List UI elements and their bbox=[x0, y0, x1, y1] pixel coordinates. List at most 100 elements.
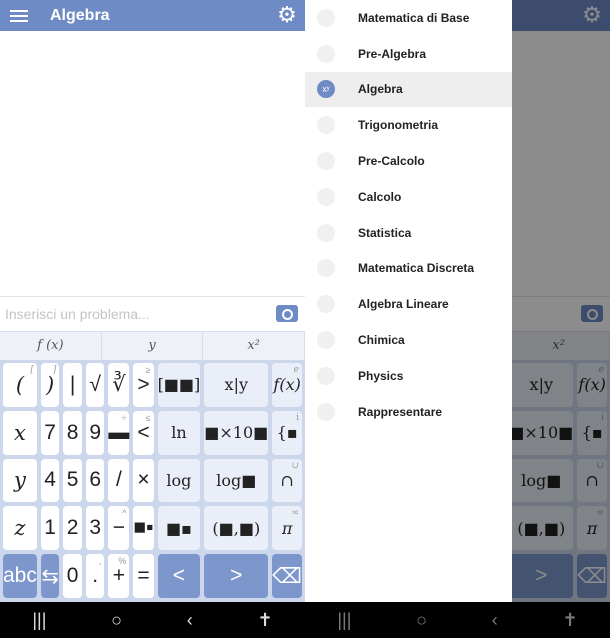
drawer-item-label: Statistica bbox=[358, 225, 412, 240]
key-r4-c6[interactable]: < bbox=[157, 554, 201, 598]
drawer-item-pre-algebra[interactable]: Pre-Algebra bbox=[305, 36, 512, 72]
key-r1-c5[interactable]: <≤ bbox=[133, 410, 154, 455]
key-secondary-label: ∞ bbox=[291, 508, 299, 519]
key-r2-c1[interactable]: 4 bbox=[40, 458, 60, 503]
key-r3-c0[interactable]: z bbox=[3, 506, 37, 551]
key-label: 0 bbox=[66, 564, 79, 588]
key-r1-c3[interactable]: 9 bbox=[85, 410, 105, 455]
key-r1-c0[interactable]: x bbox=[3, 410, 37, 455]
problem-input-placeholder: Inserisci un problema... bbox=[5, 306, 150, 322]
drawer-item-pre-calcolo[interactable]: Pre-Calcolo bbox=[305, 143, 512, 179]
key-r4-c5[interactable]: = bbox=[133, 554, 154, 598]
key-r2-c3[interactable]: 6 bbox=[85, 458, 105, 503]
key-r2-c2[interactable]: 5 bbox=[63, 458, 82, 503]
key-r0-c0[interactable]: ([ bbox=[3, 363, 37, 407]
key-r1-c6[interactable]: ln bbox=[157, 410, 201, 455]
key-r2-c0[interactable]: y bbox=[3, 458, 37, 503]
key-label: ∩ bbox=[280, 470, 294, 490]
key-r2-c5[interactable]: × bbox=[133, 458, 154, 503]
key-secondary-label: ∪ bbox=[291, 460, 299, 471]
key-r0-c7[interactable]: x|y bbox=[204, 363, 269, 407]
keyboard-tabs: f (x) y x² bbox=[0, 331, 305, 360]
drawer-item-algebra-lineare[interactable]: Algebra Lineare bbox=[305, 286, 512, 322]
key-r0-c6[interactable]: [■■] bbox=[157, 363, 201, 407]
drawer-item-matematica-discreta[interactable]: Matematica Discreta bbox=[305, 251, 512, 287]
key-r0-c4[interactable]: ∛ bbox=[108, 363, 130, 407]
key-label: x|y bbox=[224, 375, 248, 395]
key-r1-c4[interactable]: ▬÷ bbox=[108, 410, 130, 455]
drawer-item-trigonometria[interactable]: Trigonometria bbox=[305, 107, 512, 143]
key-r3-c8[interactable]: π ∞ bbox=[272, 506, 302, 551]
key-label: 3 bbox=[89, 516, 101, 540]
drawer-item-statistica[interactable]: Statistica bbox=[305, 215, 512, 251]
key-label: | bbox=[69, 372, 76, 396]
drawer-item-label: Rappresentare bbox=[358, 404, 443, 419]
x-icon bbox=[317, 44, 335, 63]
drawer-item-label: Algebra Lineare bbox=[358, 297, 449, 312]
key-label: × bbox=[137, 468, 150, 492]
key-label: ∛ bbox=[112, 373, 126, 397]
plus-icon bbox=[317, 8, 335, 27]
key-label: ) bbox=[46, 372, 55, 397]
key-secondary-label: i bbox=[296, 412, 299, 423]
drawer-item-label: Trigonometria bbox=[358, 118, 439, 133]
key-secondary-label: ≤ bbox=[145, 412, 151, 423]
back-button[interactable]: ‹ bbox=[187, 610, 193, 631]
tab-y[interactable]: y bbox=[102, 332, 204, 360]
key-r0-c5[interactable]: >≥ bbox=[133, 363, 154, 407]
key-r3-c4[interactable]: −^ bbox=[108, 506, 130, 551]
key-r1-c8[interactable]: {▪ i bbox=[272, 410, 302, 455]
key-label: ( bbox=[15, 372, 25, 397]
drawer-item-calcolo[interactable]: Calcolo bbox=[305, 179, 512, 215]
app-header: Algebra ⚙ bbox=[0, 0, 305, 31]
key-r4-c3[interactable]: ., bbox=[85, 554, 105, 598]
key-r1-c2[interactable]: 8 bbox=[63, 410, 82, 455]
drawer-item-algebra[interactable]: xʸ Algebra bbox=[305, 71, 512, 108]
key-r1-c7[interactable]: ■×10■ bbox=[204, 410, 269, 455]
key-r4-c8[interactable]: ⌫ bbox=[272, 554, 302, 598]
key-label: ■▪ bbox=[165, 518, 192, 538]
tab-function[interactable]: f (x) bbox=[0, 332, 102, 360]
gear-icon[interactable]: ⚙ bbox=[276, 4, 298, 26]
home-button[interactable]: ○ bbox=[111, 610, 122, 631]
key-r2-c7[interactable]: log■ bbox=[204, 458, 269, 503]
key-r3-c1[interactable]: 1 bbox=[40, 506, 60, 551]
key-r0-c1[interactable]: )] bbox=[40, 363, 60, 407]
key-r3-c2[interactable]: 2 bbox=[63, 506, 82, 551]
key-r0-c8[interactable]: f(x) e bbox=[272, 363, 302, 407]
key-r3-c3[interactable]: 3 bbox=[85, 506, 105, 551]
key-r4-c4[interactable]: +% bbox=[108, 554, 130, 598]
drawer-item-matematica-di-base[interactable]: Matematica di Base bbox=[305, 0, 512, 36]
drawer-item-rappresentare[interactable]: Rappresentare bbox=[305, 394, 512, 430]
key-r2-c8[interactable]: ∩ ∪ bbox=[272, 458, 302, 503]
key-r2-c6[interactable]: log bbox=[157, 458, 201, 503]
tab-power[interactable]: x² bbox=[203, 332, 305, 360]
drawer-item-label: Calcolo bbox=[358, 189, 402, 204]
key-label: ln bbox=[171, 423, 187, 443]
hamburger-menu-icon[interactable] bbox=[10, 9, 28, 22]
key-label: f(x) bbox=[273, 375, 301, 395]
camera-icon[interactable] bbox=[276, 305, 298, 322]
key-r4-c7[interactable]: > bbox=[204, 554, 269, 598]
key-r4-c1[interactable]: ⇆ bbox=[40, 554, 60, 598]
key-r3-c5[interactable]: ■▪ bbox=[133, 506, 154, 551]
drawer-item-chimica[interactable]: Chimica bbox=[305, 322, 512, 358]
integral-icon bbox=[317, 187, 335, 206]
key-r4-c0[interactable]: abc bbox=[3, 554, 37, 598]
recents-button[interactable]: ||| bbox=[32, 610, 46, 631]
key-label: 6 bbox=[89, 468, 101, 492]
accessibility-button[interactable]: ✝ bbox=[258, 610, 273, 631]
key-r0-c3[interactable]: √ bbox=[85, 363, 105, 407]
problem-input[interactable]: Inserisci un problema... bbox=[0, 296, 305, 331]
key-label: z bbox=[14, 516, 26, 541]
key-r1-c1[interactable]: 7 bbox=[40, 410, 60, 455]
key-r3-c7[interactable]: (■,■) bbox=[204, 506, 269, 551]
drawer-item-physics[interactable]: Physics bbox=[305, 358, 512, 394]
key-r0-c2[interactable]: | bbox=[63, 363, 82, 407]
phone-right: Algebra ⚙ Inserisci un problema... f (x)… bbox=[305, 0, 610, 638]
key-r4-c2[interactable]: 0 bbox=[63, 554, 82, 598]
key-secondary-label: % bbox=[118, 556, 127, 567]
key-r3-c6[interactable]: ■▪ bbox=[157, 506, 201, 551]
key-label: < bbox=[172, 564, 186, 588]
key-r2-c4[interactable]: / bbox=[108, 458, 130, 503]
